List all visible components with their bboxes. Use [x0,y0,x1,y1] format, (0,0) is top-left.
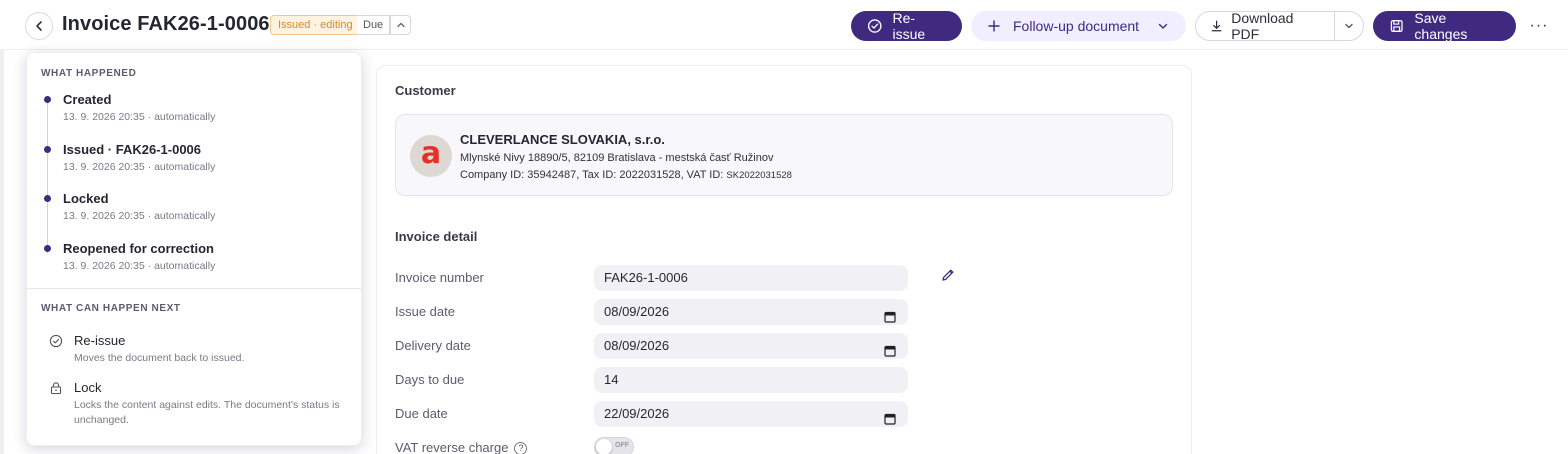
chevron-down-icon [1345,23,1353,29]
event-title: Created [63,92,112,107]
follow-up-document-button[interactable]: Follow-up document [971,11,1186,41]
check-circle-icon [49,334,63,348]
help-icon[interactable]: ? [514,441,528,454]
issue-date-value: 08/09/2026 [604,304,670,319]
calendar-icon[interactable] [884,408,896,425]
chevron-down-icon [1158,23,1168,29]
due-date-field[interactable]: 22/09/2026 [594,401,908,427]
event-title: Locked [63,191,109,206]
next-action-title: Lock [74,380,102,395]
event-title: Reopened for correction [63,240,214,256]
save-label: Save changes [1414,10,1468,42]
customer-logo-letter: a [420,136,442,171]
toggle-state: OFF [615,442,629,449]
days-to-due-row: Days to due 14 [395,367,955,393]
timeline-dot [44,195,51,202]
download-label: Download PDF [1231,10,1294,42]
status-history-toggle[interactable] [390,15,411,35]
customer-logo: a [410,135,452,177]
what-happened-heading: WHAT HAPPENED [41,68,137,79]
next-action-description: Locks the content against edits. The doc… [74,399,340,426]
save-changes-button[interactable]: Save changes [1373,10,1516,42]
timeline-dot [44,244,51,252]
delivery-date-field[interactable]: 08/09/2026 [594,333,908,359]
vat-reverse-charge-label: VAT reverse charge? [395,440,528,454]
history-event: Reopened for correction 13. 9. 2026 20:3… [41,240,351,290]
save-icon [1390,20,1403,32]
days-to-due-field[interactable]: 14 [594,367,908,393]
top-bar: Invoice FAK26-1-0006 Issued · editing Du… [0,0,1568,50]
due-date-row: Due date 22/09/2026 [395,401,955,427]
history-event: Issued · FAK26-1-0006 13. 9. 2026 20:35 … [41,141,351,191]
calendar-icon[interactable] [884,306,896,323]
event-meta: 13. 9. 2026 20:35 · automatically [63,259,216,272]
edit-pencil-icon[interactable] [941,268,957,284]
due-date-value: 22/09/2026 [604,406,670,421]
timeline-dot [44,96,51,103]
calendar-icon[interactable] [884,340,896,357]
lock-icon [49,381,63,395]
days-to-due-label: Days to due [395,372,465,387]
issue-date-row: Issue date 08/09/2026 [395,299,955,325]
next-action-description: Moves the document back to issued. [74,352,245,364]
customer-name: CLEVERLANCE SLOVAKIA, s.r.o. [460,132,665,147]
window-edge [0,0,4,454]
invoice-number-field[interactable]: FAK26-1-0006 [594,265,908,291]
due-badge: Due [357,15,391,35]
vat-reverse-charge-row: VAT reverse charge? OFF [395,435,955,454]
customer-ids-text: Company ID: 35942487, Tax ID: 2022031528… [460,169,727,181]
delivery-date-value: 08/09/2026 [604,338,670,353]
reissue-button[interactable]: Re-issue [851,10,962,42]
event-title: Issued · FAK26-1-0006 [63,141,202,157]
more-actions-button[interactable]: ··· [1526,14,1552,38]
customer-ids: Company ID: 35942487, Tax ID: 2022031528… [460,169,792,181]
customer-section-title: Customer [395,83,456,98]
status-history-popover: WHAT HAPPENED Created 13. 9. 2026 20:35 … [26,52,362,446]
next-action-reissue[interactable]: Re-issue Moves the document back to issu… [49,332,349,366]
chevron-left-icon [36,21,42,31]
plus-icon [988,20,1000,32]
delivery-date-row: Delivery date 08/09/2026 [395,333,955,359]
toggle-knob [596,439,612,454]
event-meta: 13. 9. 2026 20:35 · automatically [63,160,216,173]
chevron-up-icon [396,22,405,28]
customer-vat-id: SK2022031528 [726,170,792,181]
page-title: Invoice FAK26-1-0006 [62,13,270,35]
invoice-detail-section-title: Invoice detail [395,229,478,244]
issue-date-field[interactable]: 08/09/2026 [594,299,908,325]
delivery-date-label: Delivery date [395,338,471,353]
vat-reverse-charge-toggle[interactable]: OFF [594,437,634,454]
download-icon [1211,20,1222,32]
next-action-lock[interactable]: Lock Locks the content against edits. Th… [49,379,349,428]
invoice-number-row: Invoice number FAK26-1-0006 [395,265,955,291]
customer-card[interactable]: a CLEVERLANCE SLOVAKIA, s.r.o. Mlynské N… [395,114,1173,196]
invoice-number-label: Invoice number [395,270,484,285]
reissue-label: Re-issue [892,10,926,42]
invoice-form-card: Customer a CLEVERLANCE SLOVAKIA, s.r.o. … [376,65,1192,454]
history-timeline: Created 13. 9. 2026 20:35 · automaticall… [41,91,351,289]
popover-divider [27,288,361,289]
status-badge: Issued · editing [270,15,361,35]
download-options-button[interactable] [1334,11,1364,41]
next-action-title: Re-issue [74,333,126,348]
follow-up-label: Follow-up document [1013,18,1140,34]
due-date-label: Due date [395,406,448,421]
issue-date-label: Issue date [395,304,455,319]
check-circle-icon [867,19,882,33]
customer-address: Mlynské Nivy 18890/5, 82109 Bratislava -… [460,152,774,164]
what-can-happen-next-heading: WHAT CAN HAPPEN NEXT [41,303,181,314]
download-pdf-button[interactable]: Download PDF [1195,10,1335,42]
history-event: Created 13. 9. 2026 20:35 · automaticall… [41,91,351,141]
event-meta: 13. 9. 2026 20:35 · automatically [63,210,216,222]
back-button[interactable] [25,12,53,40]
invoice-editor: Invoice FAK26-1-0006 Issued · editing Du… [0,0,1568,454]
timeline-dot [44,145,51,153]
vat-reverse-charge-text: VAT reverse charge [395,440,509,454]
history-event: Locked 13. 9. 2026 20:35 · automatically [41,190,351,240]
event-meta: 13. 9. 2026 20:35 · automatically [63,111,216,123]
